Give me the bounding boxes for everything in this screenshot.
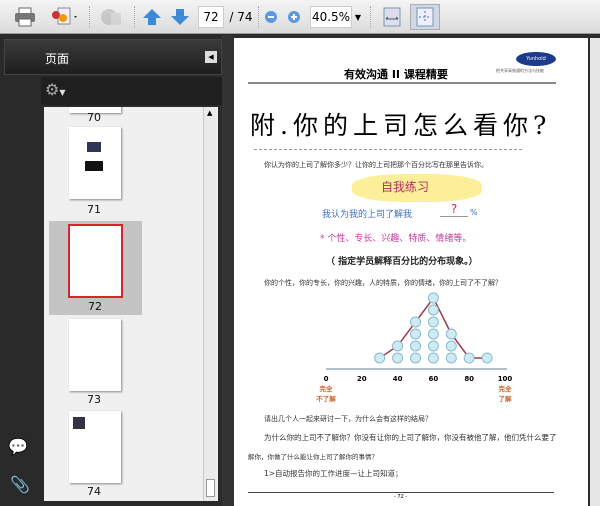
- fit-width-icon: [383, 7, 401, 27]
- page-number: - 72 -: [394, 494, 408, 500]
- x-tick-label: 40: [393, 375, 403, 383]
- users-document-icon: [52, 7, 77, 25]
- data-dot: [427, 328, 439, 340]
- thumbnail-label: 72: [88, 300, 102, 313]
- data-dot: [427, 316, 439, 328]
- document-scrollbar[interactable]: [590, 38, 600, 506]
- panel-header: 页面 ◀: [4, 39, 222, 75]
- document-page: Yunhold 把共享高效通的方法与技能 有效沟通 II 课程精要 附.你的上司…: [234, 38, 588, 506]
- scroll-thumb[interactable]: [206, 479, 215, 497]
- paragraph-4: 1>自动报告你的工作进度—让上司知道；: [264, 469, 403, 478]
- navigation-pane: 页面 ◀ ⚙▼ 💬 📎 70 71 72 73 74 ▲: [0, 35, 222, 506]
- thumbnail-74[interactable]: [69, 411, 121, 483]
- chevron-down-icon: ▼: [354, 12, 362, 22]
- paragraph-3: 解你，你做了什么能让你上司了解你的事情？: [248, 453, 378, 461]
- thumbnail-71[interactable]: [69, 127, 121, 199]
- data-dot: [427, 304, 439, 316]
- plus-circle-icon: [288, 11, 300, 23]
- x-tick-label: 80: [464, 375, 474, 383]
- x-tick-label: 100: [498, 375, 513, 383]
- data-dot: [392, 352, 404, 364]
- data-dot: [427, 292, 439, 304]
- comments-icon[interactable]: 💬: [8, 437, 28, 456]
- total-pages: / 74: [229, 10, 253, 24]
- thumbnail-label: 70: [87, 111, 101, 124]
- data-dot: [410, 352, 421, 364]
- paragraph-1: 请出几个人一起来研讨一下，为什么会有这样的结局？: [264, 415, 432, 423]
- x-tick-label: 0: [324, 375, 329, 383]
- print-button[interactable]: [12, 4, 38, 30]
- thumbnail-label: 74: [87, 485, 101, 498]
- thumbnail-72-selected[interactable]: 72: [49, 221, 142, 315]
- x-tick-label: 20: [357, 375, 367, 383]
- data-dot: [410, 340, 421, 352]
- zoom-out-button[interactable]: [262, 4, 280, 30]
- toolbar: 72 / 74 40.5% ▼: [0, 0, 600, 34]
- previous-page-button[interactable]: [140, 4, 164, 30]
- thumbnail-73[interactable]: [69, 319, 121, 391]
- thumbnail-list: 70 71 72 73 74: [44, 107, 218, 501]
- next-page-button[interactable]: [168, 4, 192, 30]
- thumbnail-label: 73: [87, 393, 101, 406]
- zoom-in-button[interactable]: [285, 4, 303, 30]
- page-number-input[interactable]: 72: [198, 6, 224, 28]
- axis-end-label: 完全: [320, 384, 334, 393]
- arrow-up-icon: [143, 9, 161, 25]
- printer-icon: [15, 7, 35, 27]
- data-dot: [392, 340, 404, 352]
- minus-circle-icon: [265, 11, 277, 23]
- data-dot: [427, 352, 439, 364]
- panel-title: 页面: [45, 52, 70, 66]
- axis-end-label: 不了解: [316, 394, 336, 403]
- paperclip-icon[interactable]: 📎: [10, 475, 30, 494]
- thumbnail-scrollbar[interactable]: ▲: [203, 107, 217, 501]
- axis-end-label: 完全: [499, 384, 513, 393]
- zoom-dropdown[interactable]: ▼: [352, 4, 364, 30]
- fit-page-icon: [416, 7, 434, 27]
- options-bar: ⚙▼: [41, 77, 222, 105]
- paragraph-2: 为什么你的上司不了解你？你没有让你的上司了解你，你没有被他了解，他们凭什么要了: [264, 433, 557, 442]
- data-dot: [427, 340, 439, 352]
- data-dot: [481, 352, 493, 364]
- axis-end-label: 了解: [499, 394, 513, 403]
- data-dot: [410, 316, 421, 328]
- data-dot: [463, 352, 475, 364]
- data-dot: [374, 352, 386, 364]
- data-dot: [445, 340, 457, 352]
- thumbnail-72: [68, 224, 123, 298]
- zoom-input[interactable]: 40.5%: [310, 6, 352, 28]
- data-dot: [410, 328, 421, 340]
- fit-page-button[interactable]: [410, 4, 440, 30]
- thumbnail-label: 71: [87, 203, 101, 216]
- arrow-down-icon: [171, 9, 189, 25]
- data-dot: [445, 352, 457, 364]
- globe-icon: [101, 9, 121, 25]
- data-dot: [445, 328, 457, 340]
- gear-options-button[interactable]: ⚙▼: [45, 80, 66, 99]
- distribution-chart: 0 20 40 60 80 100完全不了解完全了解: [316, 292, 513, 403]
- fit-width-button[interactable]: [380, 4, 404, 30]
- gear-icon: ⚙: [45, 80, 60, 99]
- pane-splitter[interactable]: [222, 35, 234, 506]
- collapse-panel-button[interactable]: ◀: [205, 51, 217, 63]
- share-button[interactable]: [96, 4, 126, 30]
- x-tick-label: 60: [429, 375, 439, 383]
- collaborate-button[interactable]: [48, 4, 82, 30]
